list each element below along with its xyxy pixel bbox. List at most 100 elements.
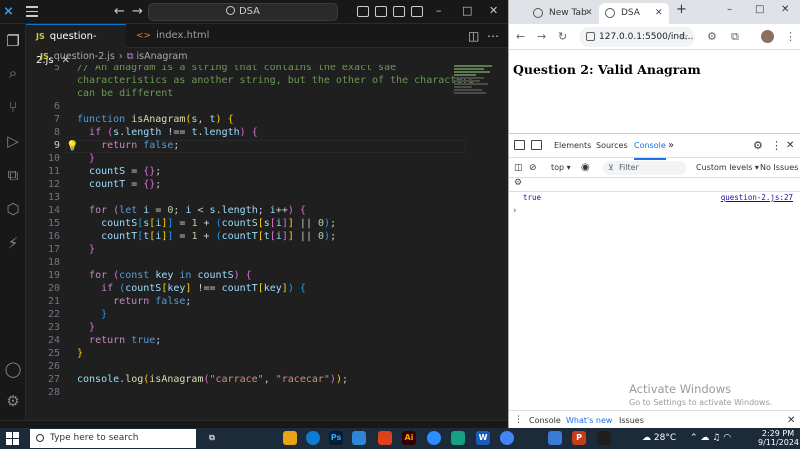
- maximize-icon[interactable]: □: [755, 4, 764, 15]
- maximize-icon[interactable]: □: [462, 4, 472, 18]
- search-view-icon[interactable]: ⌕: [4, 64, 22, 82]
- extensions-icon[interactable]: ⧉: [4, 166, 22, 184]
- file-explorer-icon[interactable]: [283, 431, 297, 445]
- weather-widget[interactable]: ☁ 28°C: [642, 431, 676, 445]
- run-debug-icon[interactable]: ▷: [4, 132, 22, 150]
- html-file-icon: <>: [136, 31, 152, 41]
- tab-index-html[interactable]: <> index.html: [126, 24, 218, 48]
- more-tabs-icon[interactable]: »: [668, 134, 674, 158]
- settings-gear-icon[interactable]: ⚙: [753, 134, 763, 158]
- account-icon[interactable]: ◯: [4, 360, 22, 378]
- tab-close-icon[interactable]: ✕: [585, 3, 593, 24]
- powerpoint-icon[interactable]: P: [572, 431, 586, 445]
- chevron-up-icon[interactable]: ⌃: [690, 433, 698, 443]
- code-line-20: if (countS[key] !== countT[key]) {: [101, 283, 306, 294]
- globe-icon: [533, 8, 543, 18]
- breadcrumb-file[interactable]: question-2.js: [54, 51, 115, 62]
- kebab-menu-icon[interactable]: ⋮: [785, 29, 796, 45]
- line-number: 5: [53, 65, 60, 73]
- toggle-secondary-sidebar-icon[interactable]: [393, 6, 405, 17]
- device-toolbar-icon[interactable]: [531, 140, 542, 150]
- more-actions-icon[interactable]: ⋯: [487, 24, 499, 48]
- vscode-taskbar-icon[interactable]: [352, 431, 366, 445]
- command-center-search[interactable]: DSA: [148, 3, 338, 21]
- close-devtools-icon[interactable]: ✕: [786, 134, 794, 158]
- bookmark-star-icon[interactable]: ☆: [679, 29, 689, 45]
- tab-label: index.html: [156, 30, 210, 41]
- back-arrow-icon[interactable]: ←: [516, 29, 525, 45]
- site-info-icon[interactable]: [586, 32, 595, 41]
- editor-scrollbar[interactable]: [496, 65, 508, 415]
- tab-close-icon[interactable]: ✕: [655, 3, 663, 24]
- speaker-icon[interactable]: ♫: [712, 433, 720, 443]
- taskbar-clock[interactable]: 2:29 PM 9/11/2024: [758, 429, 799, 447]
- python-icon[interactable]: ⬡: [4, 200, 22, 218]
- code-line-11: countS = {};: [89, 166, 162, 177]
- new-tab-plus-icon[interactable]: +: [676, 2, 687, 17]
- toggle-panel-icon[interactable]: [375, 6, 387, 17]
- split-editor-icon[interactable]: ◫: [468, 24, 479, 48]
- web-page: Question 2: Valid Anagram: [509, 50, 800, 130]
- tab-console[interactable]: Console: [634, 134, 666, 160]
- extension-icon[interactable]: ⚙: [707, 29, 717, 45]
- extensions-puzzle-icon[interactable]: ⧉: [731, 29, 739, 45]
- line-number: 6: [53, 101, 60, 112]
- explorer-icon[interactable]: ❐: [4, 32, 22, 50]
- edge-icon[interactable]: [306, 431, 320, 445]
- taskbar-search-input[interactable]: Type here to search: [30, 429, 196, 448]
- minimize-icon[interactable]: –: [436, 4, 442, 18]
- reload-icon[interactable]: ↻: [558, 29, 567, 45]
- remote-desktop-icon[interactable]: [548, 431, 562, 445]
- lightning-icon[interactable]: ⚡: [4, 234, 22, 252]
- console-prompt-icon[interactable]: ›: [513, 206, 517, 216]
- task-view-icon[interactable]: ⧉: [205, 431, 219, 445]
- tab-elements[interactable]: Elements: [554, 134, 591, 158]
- breadcrumb-symbol[interactable]: isAnagram: [137, 51, 188, 62]
- page-heading: Question 2: Valid Anagram: [513, 62, 701, 77]
- app-icon[interactable]: [451, 431, 465, 445]
- issues-count[interactable]: No Issues: [760, 158, 798, 178]
- minimap[interactable]: [454, 65, 496, 115]
- zoom-icon[interactable]: [427, 431, 441, 445]
- clear-console-icon[interactable]: ⊘: [529, 158, 537, 178]
- figma-icon[interactable]: [597, 431, 611, 445]
- close-icon[interactable]: ✕: [489, 4, 498, 18]
- source-control-icon[interactable]: ⑂: [4, 98, 22, 116]
- inspect-element-icon[interactable]: [514, 140, 525, 150]
- back-arrow-icon[interactable]: ←: [114, 3, 125, 21]
- sidebar-toggle-icon[interactable]: ◫: [514, 158, 523, 178]
- tab-question-2-js[interactable]: JS question-2.js ✕: [26, 24, 126, 66]
- kebab-menu-icon[interactable]: ⋮: [771, 134, 782, 158]
- log-levels-select[interactable]: Custom levels ▾: [696, 158, 759, 178]
- close-icon[interactable]: ✕: [781, 4, 789, 15]
- console-log-source-link[interactable]: question-2.js:27: [721, 193, 793, 202]
- word-icon[interactable]: W: [476, 431, 490, 445]
- manage-gear-icon[interactable]: ⚙: [4, 392, 22, 410]
- menu-icon[interactable]: [26, 6, 38, 17]
- code-editor[interactable]: 5 6 7 8 9 10 11 12 13 14 15 16 17 18 19 20 21 22 23 24 25 26 2…: [26, 65, 508, 415]
- console-filter-input[interactable]: ⊻ Filter: [603, 161, 687, 175]
- browser-tab-dsa[interactable]: DSA ✕: [599, 3, 669, 24]
- brave-icon[interactable]: [378, 431, 392, 445]
- command-center-label: DSA: [238, 6, 261, 17]
- toggle-sidebar-icon[interactable]: [357, 6, 369, 17]
- line-number: 13: [47, 192, 60, 203]
- forward-arrow-icon[interactable]: →: [132, 3, 143, 21]
- wifi-icon[interactable]: ◠: [723, 433, 731, 443]
- code-line-23: }: [89, 322, 96, 333]
- illustrator-icon[interactable]: Ai: [402, 431, 416, 445]
- photoshop-icon[interactable]: Ps: [329, 431, 343, 445]
- profile-avatar[interactable]: [761, 30, 774, 43]
- customize-layout-icon[interactable]: [411, 6, 423, 17]
- eye-icon[interactable]: ◉: [581, 158, 590, 178]
- context-select[interactable]: top ▾: [551, 158, 571, 178]
- address-bar[interactable]: 127.0.0.1:5500/ind...: [579, 27, 695, 47]
- browser-tab-new-tab[interactable]: New Tab ✕: [527, 3, 599, 24]
- forward-arrow-icon[interactable]: →: [537, 29, 546, 45]
- windows-start-icon[interactable]: [6, 432, 19, 445]
- system-tray[interactable]: ⌃ ☁ ♫ ◠: [690, 431, 731, 445]
- minimize-icon[interactable]: –: [727, 4, 732, 15]
- tab-sources[interactable]: Sources: [596, 134, 628, 158]
- chrome-icon[interactable]: [500, 431, 514, 445]
- console-settings-gear-icon[interactable]: ⚙: [514, 178, 522, 188]
